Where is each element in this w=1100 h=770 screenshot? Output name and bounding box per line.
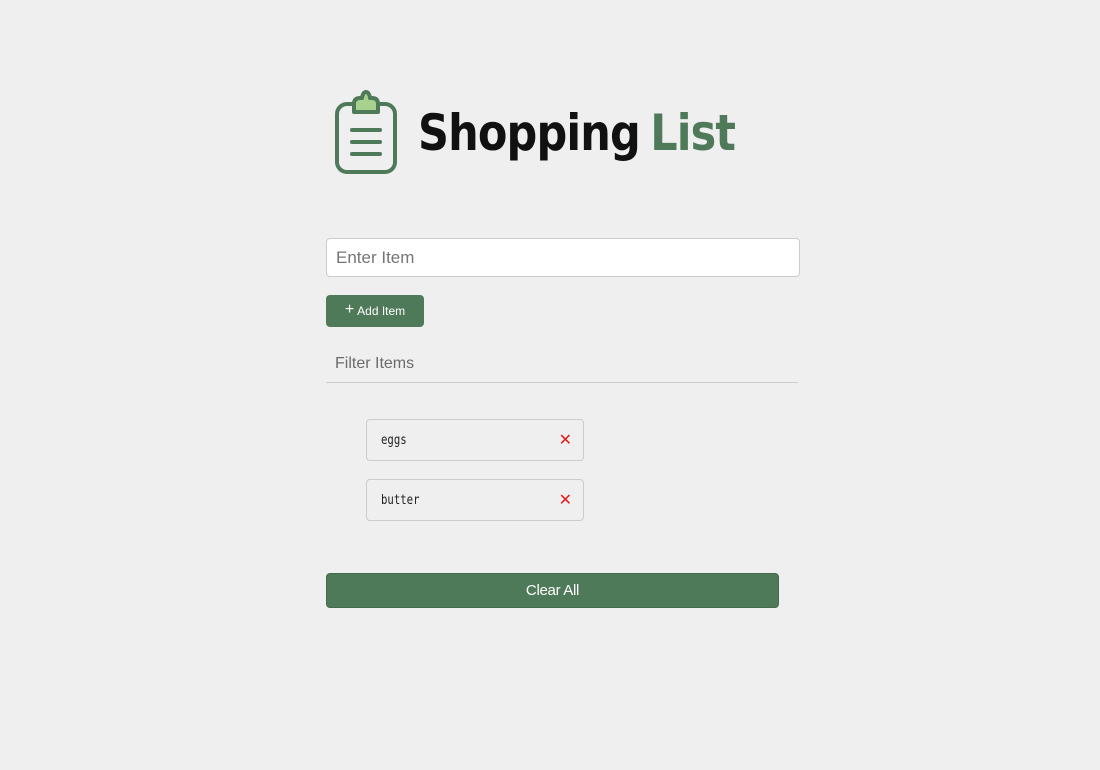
item-input[interactable] — [326, 238, 800, 277]
add-item-button[interactable]: + Add Item — [326, 295, 424, 327]
list-item: butter ✕ — [366, 479, 584, 521]
close-icon: ✕ — [558, 430, 572, 449]
remove-item-button[interactable]: ✕ — [559, 432, 572, 448]
plus-icon: + — [344, 301, 355, 318]
app-header: Shopping List — [332, 90, 787, 176]
title-accent: List — [650, 104, 736, 162]
close-icon: ✕ — [558, 490, 572, 509]
page-title: Shopping List — [418, 108, 736, 158]
item-label: eggs — [381, 432, 407, 448]
item-list: eggs ✕ butter ✕ — [366, 419, 584, 539]
list-item: eggs ✕ — [366, 419, 584, 461]
add-item-label: Add Item — [357, 304, 406, 318]
clipboard-icon — [335, 90, 397, 174]
title-main: Shopping — [418, 104, 641, 162]
filter-input[interactable] — [326, 346, 798, 383]
item-label: butter — [381, 492, 420, 508]
clear-all-button[interactable]: Clear All — [326, 573, 779, 608]
remove-item-button[interactable]: ✕ — [559, 492, 572, 508]
